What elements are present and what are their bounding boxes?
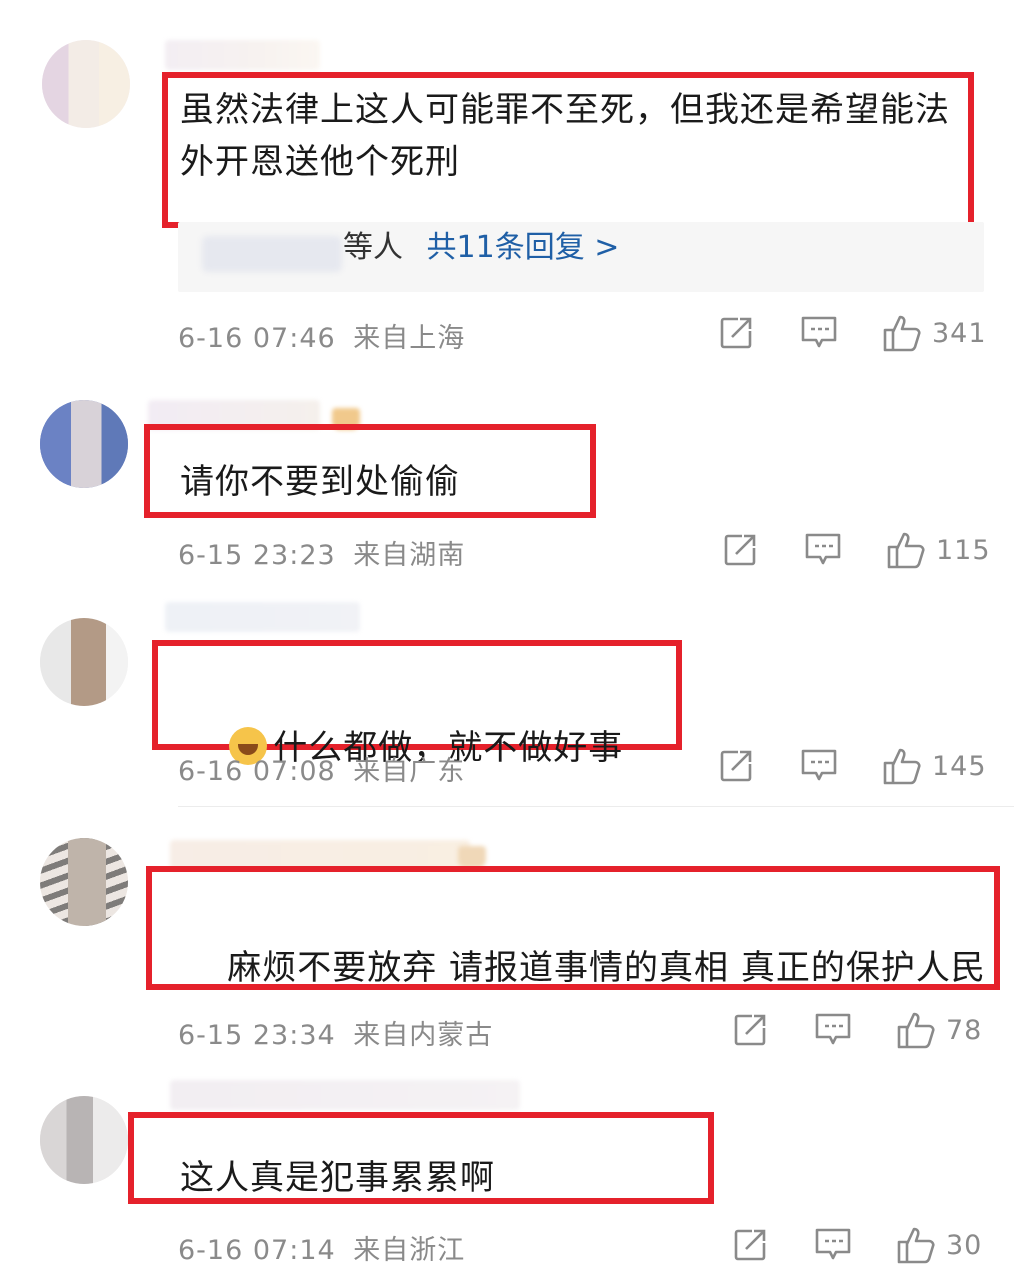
like-button[interactable]: 30 (896, 1225, 982, 1265)
share-icon (720, 750, 752, 782)
comment-text-content: 麻烦不要放弃 请报道事情的真相 真正的保护人民的安全 (227, 948, 986, 982)
comment-time: 6-15 23:23 (178, 540, 336, 571)
reply-summary[interactable]: 等人 共11条回复 > (343, 228, 619, 268)
share-button[interactable] (722, 530, 758, 570)
reply-suffix: 等人 (343, 230, 403, 265)
comment-item: 麻烦不要放弃 请报道事情的真相 真正的保护人民的安全 6-15 23:34 来自… (0, 820, 1014, 1070)
comment-item: 什么都做，就不做好事 6-16 07:08 来自广东 145 (0, 600, 1014, 810)
thumbs-up-icon (887, 532, 925, 569)
badge-icon (458, 846, 486, 868)
comment-button[interactable] (800, 746, 838, 786)
comment-icon (815, 1013, 851, 1045)
comment-icon (801, 749, 837, 781)
avatar[interactable] (40, 838, 128, 926)
comment-item: 请你不要到处偷偷 6-15 23:23 来自湖南 115 (0, 390, 1014, 590)
avatar[interactable] (42, 40, 130, 128)
thumbs-up-icon (883, 315, 921, 352)
divider (178, 806, 1014, 807)
share-icon (734, 1229, 766, 1261)
comment-icon (815, 1228, 851, 1260)
reply-count-link[interactable]: 共11条回复 > (427, 230, 620, 265)
username-blurred (165, 40, 320, 70)
comment-meta: 6-15 23:34 来自内蒙古 (178, 1013, 493, 1052)
comment-text: 虽然法律上这人可能罪不至死，但我还是希望能法外开恩送他个死刑 (180, 90, 950, 182)
like-button[interactable]: 115 (886, 530, 991, 570)
like-button[interactable]: 341 (882, 313, 987, 353)
comment-time: 6-15 23:34 (178, 1020, 336, 1051)
share-button[interactable] (718, 313, 754, 353)
comment-time: 6-16 07:46 (178, 323, 336, 354)
comment-button[interactable] (814, 1225, 852, 1265)
like-count: 145 (932, 750, 987, 782)
comment-meta: 6-16 07:08 来自广东 (178, 749, 465, 788)
comment-item: 虽然法律上这人可能罪不至死，但我还是希望能法外开恩送他个死刑 等人 共11条回复… (0, 0, 1014, 380)
username-blurred (165, 602, 360, 632)
comment-meta: 6-15 23:23 来自湖南 (178, 533, 465, 572)
username-blurred (170, 1080, 520, 1110)
comment-icon (801, 316, 837, 348)
avatar[interactable] (40, 1096, 128, 1184)
share-button[interactable] (732, 1225, 768, 1265)
share-button[interactable] (718, 746, 754, 786)
comment-button[interactable] (804, 530, 842, 570)
comment-location: 来自上海 (353, 323, 466, 354)
comment-location: 来自内蒙古 (353, 1020, 494, 1051)
reply-panel[interactable]: 等人 共11条回复 > (178, 222, 984, 292)
comment-time: 6-16 07:08 (178, 756, 336, 787)
avatar[interactable] (40, 618, 128, 706)
like-count: 78 (946, 1014, 983, 1046)
comment-icon (805, 533, 841, 565)
avatar[interactable] (40, 400, 128, 488)
like-count: 115 (936, 534, 991, 566)
comment-text: 麻烦不要放弃 请报道事情的真相 真正的保护人民的安全 (180, 890, 990, 982)
comment-location: 来自浙江 (353, 1235, 466, 1266)
comment-item: 这人真是犯事累累啊 6-16 07:14 来自浙江 30 (0, 1080, 1014, 1282)
comment-text: 什么都做，就不做好事 (182, 670, 623, 826)
comment-text: 这人真是犯事累累啊 (180, 1158, 495, 1198)
comment-location: 来自广东 (353, 756, 466, 787)
thumbs-up-icon (897, 1012, 935, 1049)
share-icon (734, 1014, 766, 1046)
like-button[interactable]: 78 (896, 1010, 982, 1050)
thumbs-up-icon (883, 748, 921, 785)
like-count: 341 (932, 317, 987, 349)
like-button[interactable]: 145 (882, 746, 987, 786)
comment-meta: 6-16 07:46 来自上海 (178, 316, 465, 355)
comment-location: 来自湖南 (353, 540, 466, 571)
like-count: 30 (946, 1229, 983, 1261)
comment-text: 请你不要到处偷偷 (180, 462, 460, 502)
share-button[interactable] (732, 1010, 768, 1050)
comment-meta: 6-16 07:14 来自浙江 (178, 1228, 465, 1267)
comment-button[interactable] (814, 1010, 852, 1050)
share-icon (720, 317, 752, 349)
comment-button[interactable] (800, 313, 838, 353)
thumbs-up-icon (897, 1227, 935, 1264)
share-icon (724, 534, 756, 566)
comment-time: 6-16 07:14 (178, 1235, 336, 1266)
reply-users-blurred (202, 236, 342, 272)
